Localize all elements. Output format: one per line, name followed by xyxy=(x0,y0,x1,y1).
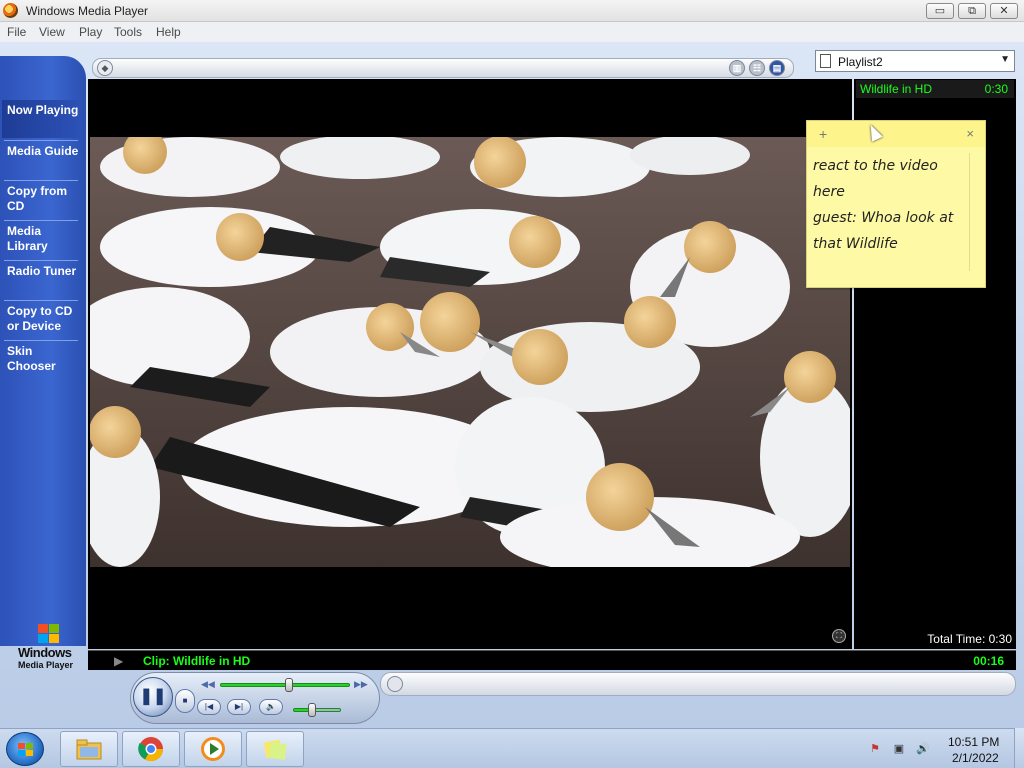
network-icon[interactable]: ▣ xyxy=(892,742,906,756)
sticky-notes-icon xyxy=(263,739,288,761)
volume-icon[interactable]: 🔊 xyxy=(916,742,930,756)
sticky-note-line: react to the video here xyxy=(813,158,938,200)
taskpane-media-library[interactable]: Media Library xyxy=(2,221,82,259)
rewind-icon[interactable]: ◀◀ xyxy=(201,679,215,690)
video-top-bar: ◆ ▥ ☷ ▤ xyxy=(92,58,794,78)
options-menu-icon[interactable]: ◆ xyxy=(97,60,113,76)
playlist-item[interactable]: Wildlife in HD 0:30 xyxy=(856,80,1014,98)
action-center-icon[interactable]: ⚑ xyxy=(868,742,882,756)
bottom-bar xyxy=(380,672,1016,696)
play-state-icon: ▶ xyxy=(114,654,124,668)
playlist-item-duration: 0:30 xyxy=(984,82,1008,96)
taskbar-chrome[interactable] xyxy=(122,731,180,767)
taskpane: Now Playing Media Guide Copy from CD Med… xyxy=(0,56,86,646)
playlist-item-title: Wildlife in HD xyxy=(860,82,933,96)
chevron-down-icon: ▼ xyxy=(1000,54,1010,65)
taskbar-file-explorer[interactable] xyxy=(60,731,118,767)
windows-flag-icon xyxy=(38,624,60,644)
compact-mode-icon[interactable] xyxy=(387,676,403,692)
status-bar: ▶ Clip: Wildlife in HD 00:16 xyxy=(88,650,1016,670)
chrome-icon xyxy=(138,737,163,762)
stop-button[interactable]: ■ xyxy=(175,689,195,713)
windows-logo-icon xyxy=(18,743,34,757)
taskpane-copy-to-cd[interactable]: Copy to CD or Device xyxy=(2,301,82,339)
mute-button[interactable]: 🔈 xyxy=(259,699,283,715)
sticky-note-text[interactable]: react to the video here guest: Whoa look… xyxy=(813,153,967,257)
pause-button[interactable]: ❚❚ xyxy=(133,677,173,717)
taskbar-sticky-notes[interactable] xyxy=(246,731,304,767)
elapsed-time: 00:16 xyxy=(973,654,1004,668)
menu-tools[interactable]: Tools xyxy=(114,25,142,39)
add-note-button[interactable]: + xyxy=(819,126,827,142)
windows-media-player-logo: Windows Media Player xyxy=(8,620,80,680)
taskpane-media-guide[interactable]: Media Guide xyxy=(2,141,82,179)
start-button[interactable] xyxy=(6,732,44,766)
logo-subtext: Media Player xyxy=(18,660,74,670)
taskbar: ⚑ ▣ 🔊 xyxy=(0,728,1024,768)
title-bar: Windows Media Player ▭ ⧉ ✕ xyxy=(0,0,1024,22)
taskpane-now-playing[interactable]: Now Playing xyxy=(2,100,82,138)
show-desktop-button[interactable] xyxy=(1014,728,1024,768)
video-display[interactable]: ⛶ xyxy=(88,79,852,649)
minimize-button[interactable]: ▭ xyxy=(926,3,954,19)
fullscreen-icon[interactable]: ⛶ xyxy=(832,629,846,643)
logo-text: Windows xyxy=(18,645,72,660)
sticky-note-line: guest: Whoa look at that Wildlife xyxy=(813,210,954,252)
next-track-button[interactable]: ▶| xyxy=(227,699,251,715)
playlist-name: Playlist2 xyxy=(838,55,883,69)
seek-thumb[interactable] xyxy=(284,678,293,692)
volume-thumb[interactable] xyxy=(308,703,317,717)
maximize-button[interactable]: ⧉ xyxy=(958,3,986,19)
visualization-icon[interactable]: ▥ xyxy=(729,60,745,76)
folder-icon xyxy=(76,739,102,760)
fast-forward-icon[interactable]: ▶▶ xyxy=(354,679,368,690)
video-frame[interactable] xyxy=(90,137,850,567)
media-player-app-icon xyxy=(3,3,18,18)
sticky-note-header[interactable]: + × xyxy=(807,121,985,147)
clock-date[interactable]: 2/1/2022 xyxy=(952,751,999,765)
close-note-button[interactable]: × xyxy=(966,126,974,141)
taskpane-skin-chooser[interactable]: Skin Chooser xyxy=(2,341,82,379)
playlist-dropdown[interactable]: Playlist2 ▼ xyxy=(815,50,1015,72)
sticky-note-scrollbar[interactable] xyxy=(969,153,979,271)
transport-controls: ❚❚ ■ |◀ ▶| 🔈 xyxy=(130,672,380,724)
clock-time[interactable]: 10:51 PM xyxy=(948,735,999,749)
playlist-document-icon xyxy=(820,54,831,68)
media-player-icon xyxy=(201,737,225,761)
volume-slider[interactable] xyxy=(293,708,341,712)
menu-play[interactable]: Play xyxy=(79,25,102,39)
equalizer-icon[interactable]: ☷ xyxy=(749,60,765,76)
playlist-toggle-icon[interactable]: ▤ xyxy=(769,60,785,76)
menu-help[interactable]: Help xyxy=(156,25,181,39)
menu-view[interactable]: View xyxy=(39,25,65,39)
taskpane-radio-tuner[interactable]: Radio Tuner xyxy=(2,261,82,299)
menu-bar: File View Play Tools Help xyxy=(0,22,1024,42)
clip-title: Clip: Wildlife in HD xyxy=(143,654,251,668)
window-title: Windows Media Player xyxy=(26,4,149,18)
menu-file[interactable]: File xyxy=(7,25,26,39)
taskpane-copy-from-cd[interactable]: Copy from CD xyxy=(2,181,82,219)
playlist-total-time: Total Time: 0:30 xyxy=(927,632,1012,646)
gannet-colony-video-image xyxy=(90,137,850,567)
previous-track-button[interactable]: |◀ xyxy=(197,699,221,715)
sticky-note[interactable]: + × react to the video here guest: Whoa … xyxy=(806,120,986,288)
taskbar-media-player[interactable] xyxy=(184,731,242,767)
close-button[interactable]: ✕ xyxy=(990,3,1018,19)
